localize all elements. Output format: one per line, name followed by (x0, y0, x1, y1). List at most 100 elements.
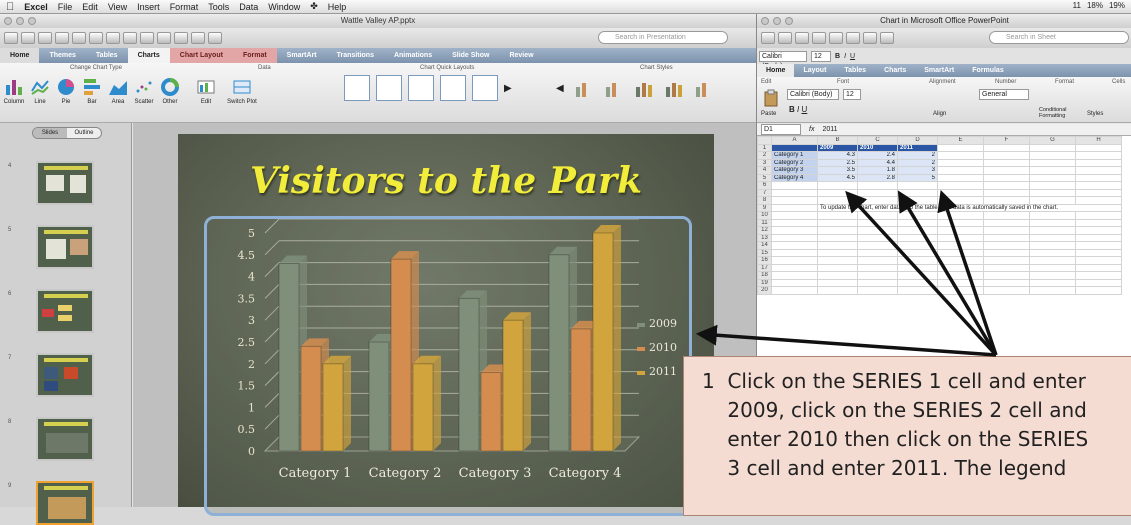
paste-button[interactable]: Paste (761, 111, 776, 117)
quick-layout-3[interactable] (408, 75, 434, 101)
corner-cell[interactable] (757, 136, 772, 145)
series2-header-cell[interactable]: 2010 (857, 143, 898, 152)
value-cell[interactable]: 4.5 (817, 173, 858, 182)
column-chart-button[interactable]: Column (2, 77, 26, 105)
menu-view[interactable]: View (108, 2, 127, 12)
italic-icon[interactable]: I (844, 53, 846, 60)
column-header[interactable]: H (1075, 136, 1122, 145)
tab-slide-show[interactable]: Slide Show (442, 48, 499, 63)
minimize-window-button[interactable] (16, 17, 24, 25)
xl-tab-formulas[interactable]: Formulas (963, 64, 1013, 77)
value-cell[interactable]: 1.8 (857, 166, 898, 175)
slide-thumbnail-selected[interactable] (36, 481, 94, 525)
value-cell[interactable]: 3.5 (817, 166, 858, 175)
value-cell[interactable]: 2 (897, 151, 938, 160)
slides-view-tab[interactable]: Slides (33, 128, 67, 138)
format-icon[interactable] (140, 32, 154, 44)
cut-icon[interactable] (829, 32, 843, 44)
row-header[interactable]: 2 (757, 151, 772, 160)
new-icon[interactable] (4, 32, 18, 44)
chart-style-5[interactable] (694, 79, 714, 97)
slide-title[interactable]: Visitors to the Park (178, 160, 714, 202)
menu-format[interactable]: Format (170, 2, 199, 12)
tab-themes[interactable]: Themes (39, 48, 85, 63)
category-cell[interactable]: Category 1 (771, 151, 818, 160)
category-cell[interactable]: Category 2 (771, 158, 818, 167)
menu-excel[interactable]: Excel (24, 2, 48, 12)
value-cell[interactable]: 4.4 (857, 158, 898, 167)
slide-thumbnail[interactable] (36, 417, 94, 461)
new-icon[interactable] (761, 32, 775, 44)
quick-layout-2[interactable] (376, 75, 402, 101)
print-icon[interactable] (812, 32, 826, 44)
tab-animations[interactable]: Animations (384, 48, 442, 63)
slide-thumbnail[interactable] (36, 161, 94, 205)
font-name-field[interactable]: Calibri (Body) (759, 50, 807, 70)
menu-window[interactable]: Window (268, 2, 300, 12)
zoom-icon[interactable] (208, 32, 222, 44)
column-header[interactable]: A (771, 136, 818, 145)
value-cell[interactable]: 2.5 (817, 158, 858, 167)
name-box[interactable]: D1 (761, 124, 801, 135)
chart-style-3[interactable] (634, 79, 654, 97)
zoom-window-button[interactable] (28, 17, 36, 25)
tab-tables[interactable]: Tables (86, 48, 128, 63)
switch-plot-button[interactable]: Switch Plot (224, 77, 260, 105)
bar-chart-button[interactable]: Bar (80, 77, 104, 105)
cut-icon[interactable] (89, 32, 103, 44)
format-icon[interactable] (880, 32, 894, 44)
row-header[interactable]: 3 (757, 158, 772, 167)
slide-show-icon[interactable] (191, 32, 205, 44)
value-cell[interactable]: 4.3 (817, 151, 858, 160)
font-style-buttons[interactable]: B I U (789, 105, 807, 114)
layouts-next-icon[interactable]: ▶ (504, 83, 512, 94)
other-chart-button[interactable]: Other (158, 77, 182, 105)
ribbon-font-name[interactable]: Calibri (Body) (787, 89, 839, 100)
row-header[interactable]: 5 (757, 173, 772, 182)
close-window-button[interactable] (4, 17, 12, 25)
category-cell[interactable]: Category 4 (771, 173, 818, 182)
menu-file[interactable]: File (58, 2, 73, 12)
chart-frame[interactable]: 0 0.5 1 1.5 2 2.5 3 3.5 4 4.5 5 Category 1 Category … (204, 216, 692, 516)
styles-prev-icon[interactable]: ◀ (556, 83, 564, 94)
copy-icon[interactable] (846, 32, 860, 44)
align-button[interactable]: Align (933, 111, 946, 117)
column-header[interactable]: C (857, 136, 898, 145)
bold-icon[interactable]: B (835, 53, 840, 60)
menu-help[interactable]: Help (328, 2, 347, 12)
outline-view-tab[interactable]: Outline (67, 128, 101, 138)
fx-icon[interactable]: fx (809, 126, 814, 133)
value-cell[interactable]: 2 (897, 158, 938, 167)
series3-header-cell[interactable]: 2011 (897, 143, 938, 152)
chart-style-1[interactable] (574, 79, 594, 97)
slide[interactable]: Visitors to the Park 0 0.5 1 1.5 2 2.5 3 3.5 4 4.… (178, 134, 714, 516)
underline-icon[interactable]: U (850, 53, 855, 60)
xl-tab-smartart[interactable]: SmartArt (915, 64, 963, 77)
row-header[interactable]: 1 (757, 143, 772, 152)
templates-icon[interactable] (21, 32, 35, 44)
quick-layout-5[interactable] (472, 75, 498, 101)
chart-style-4[interactable] (664, 79, 684, 97)
menu-insert[interactable]: Insert (137, 2, 160, 12)
conditional-formatting-button[interactable]: Conditional Formatting (1039, 107, 1079, 119)
tab-charts[interactable]: Charts (127, 48, 170, 63)
xl-tab-charts[interactable]: Charts (875, 64, 915, 77)
open-icon[interactable] (38, 32, 52, 44)
ribbon-font-size[interactable]: 12 (843, 89, 861, 100)
save-icon[interactable] (795, 32, 809, 44)
sheet-search-input[interactable]: Search in Sheet (989, 31, 1129, 44)
tab-format[interactable]: Format (232, 48, 277, 63)
paste-icon[interactable] (123, 32, 137, 44)
excel-zoom-button[interactable] (785, 17, 793, 25)
tab-transitions[interactable]: Transitions (327, 48, 384, 63)
tab-home[interactable]: Home (0, 48, 40, 63)
column-header[interactable]: B (817, 136, 858, 145)
quick-layout-4[interactable] (440, 75, 466, 101)
scatter-chart-button[interactable]: Scatter (132, 77, 156, 105)
formula-input[interactable]: 2011 (822, 126, 837, 133)
print-icon[interactable] (72, 32, 86, 44)
cell[interactable] (771, 143, 818, 152)
slide-thumbnail[interactable] (36, 289, 94, 333)
apple-icon[interactable]:  (6, 1, 14, 13)
area-chart-button[interactable]: Area (106, 77, 130, 105)
